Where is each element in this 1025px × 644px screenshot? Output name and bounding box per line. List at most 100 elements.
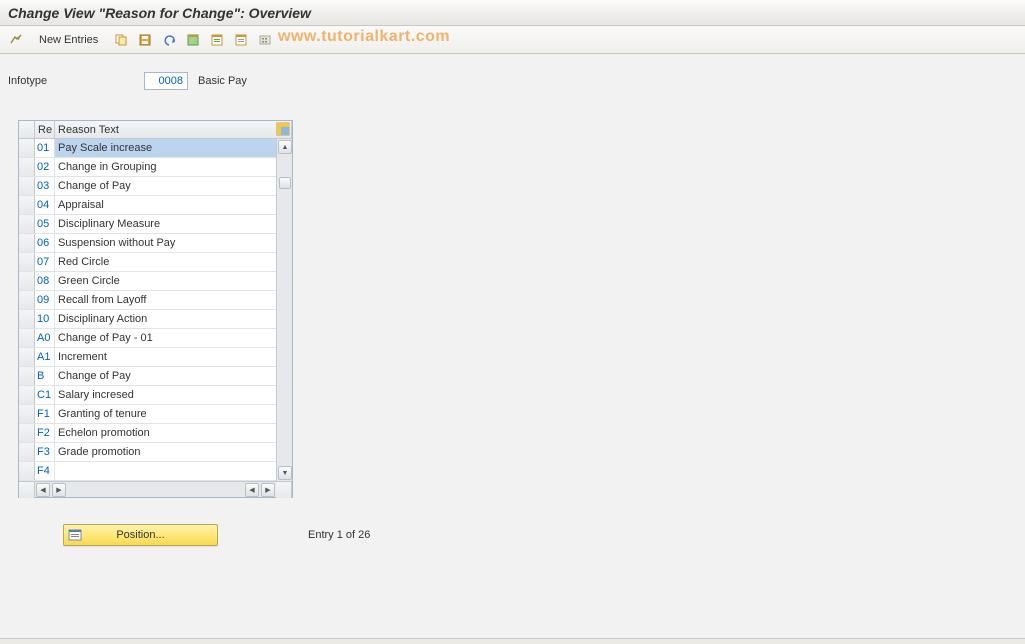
grid-header-selector[interactable] <box>19 121 35 138</box>
cell-text[interactable]: Suspension without Pay <box>55 234 276 252</box>
vertical-scrollbar[interactable]: ▲ ▼ <box>276 139 292 481</box>
scroll-thumb[interactable] <box>279 177 291 189</box>
infotype-description: Basic Pay <box>198 75 247 87</box>
cell-code[interactable]: F1 <box>35 405 55 423</box>
row-selector[interactable] <box>19 291 35 309</box>
scroll-left-button[interactable]: ◀ <box>36 483 50 497</box>
scroll-down-button[interactable]: ▼ <box>278 466 292 480</box>
row-selector[interactable] <box>19 310 35 328</box>
cell-text[interactable]: Pay Scale increase <box>55 139 276 157</box>
cell-text[interactable] <box>55 462 276 480</box>
row-selector[interactable] <box>19 215 35 233</box>
cell-code[interactable]: B <box>35 367 55 385</box>
cell-text[interactable]: Appraisal <box>55 196 276 214</box>
table-row[interactable]: 08Green Circle <box>19 272 276 291</box>
table-row[interactable]: 01Pay Scale increase <box>19 139 276 158</box>
toggle-display-icon[interactable] <box>6 30 26 50</box>
cell-code[interactable]: 10 <box>35 310 55 328</box>
table-row[interactable]: A1Increment <box>19 348 276 367</box>
grid-header: Re Reason Text <box>19 121 292 139</box>
cell-code[interactable]: 03 <box>35 177 55 195</box>
row-selector[interactable] <box>19 272 35 290</box>
cell-text[interactable]: Change of Pay <box>55 177 276 195</box>
cell-text[interactable]: Change of Pay <box>55 367 276 385</box>
row-selector[interactable] <box>19 196 35 214</box>
table-row[interactable]: 05Disciplinary Measure <box>19 215 276 234</box>
table-row[interactable]: F3Grade promotion <box>19 443 276 462</box>
select-block-icon[interactable] <box>207 30 227 50</box>
undo-icon[interactable] <box>159 30 179 50</box>
row-selector[interactable] <box>19 177 35 195</box>
new-entries-button[interactable]: New Entries <box>30 31 107 49</box>
row-selector[interactable] <box>19 367 35 385</box>
row-selector[interactable] <box>19 139 35 157</box>
cell-code[interactable]: A0 <box>35 329 55 347</box>
delimit-icon[interactable] <box>255 30 275 50</box>
cell-text[interactable]: Red Circle <box>55 253 276 271</box>
row-selector[interactable] <box>19 386 35 404</box>
cell-text[interactable]: Green Circle <box>55 272 276 290</box>
table-row[interactable]: C1Salary incresed <box>19 386 276 405</box>
table-settings-icon[interactable] <box>276 122 290 136</box>
cell-text[interactable]: Change of Pay - 01 <box>55 329 276 347</box>
cell-code[interactable]: F3 <box>35 443 55 461</box>
cell-code[interactable]: 05 <box>35 215 55 233</box>
position-button[interactable]: Position... <box>63 524 218 546</box>
copy-icon[interactable] <box>111 30 131 50</box>
footer-row: Position... Entry 1 of 26 <box>63 524 1017 546</box>
cell-code[interactable]: 01 <box>35 139 55 157</box>
cell-text[interactable]: Change in Grouping <box>55 158 276 176</box>
row-selector[interactable] <box>19 424 35 442</box>
table-row[interactable]: A0Change of Pay - 01 <box>19 329 276 348</box>
table-row[interactable]: F4 <box>19 462 276 481</box>
table-row[interactable]: F1Granting of tenure <box>19 405 276 424</box>
table-row[interactable]: 07Red Circle <box>19 253 276 272</box>
table-row[interactable]: 06Suspension without Pay <box>19 234 276 253</box>
infotype-row: Infotype Basic Pay <box>8 72 1017 90</box>
cell-code[interactable]: 06 <box>35 234 55 252</box>
cell-code[interactable]: 02 <box>35 158 55 176</box>
row-selector[interactable] <box>19 329 35 347</box>
scroll-right-button[interactable]: ▶ <box>52 483 66 497</box>
scroll-right-end-button[interactable]: ▶ <box>261 483 275 497</box>
cell-text[interactable]: Recall from Layoff <box>55 291 276 309</box>
cell-code[interactable]: F4 <box>35 462 55 480</box>
cell-text[interactable]: Disciplinary Action <box>55 310 276 328</box>
table-row[interactable]: 09Recall from Layoff <box>19 291 276 310</box>
cell-text[interactable]: Granting of tenure <box>55 405 276 423</box>
cell-code[interactable]: F2 <box>35 424 55 442</box>
cell-code[interactable]: C1 <box>35 386 55 404</box>
cell-text[interactable]: Increment <box>55 348 276 366</box>
cell-text[interactable]: Salary incresed <box>55 386 276 404</box>
table-row[interactable]: 03Change of Pay <box>19 177 276 196</box>
grid-header-code[interactable]: Re <box>35 121 55 138</box>
cell-code[interactable]: 04 <box>35 196 55 214</box>
select-all-icon[interactable] <box>183 30 203 50</box>
hscroll-corner-left <box>19 482 35 498</box>
cell-code[interactable]: 09 <box>35 291 55 309</box>
table-row[interactable]: 10Disciplinary Action <box>19 310 276 329</box>
table-row[interactable]: 04Appraisal <box>19 196 276 215</box>
infotype-input[interactable] <box>144 72 188 90</box>
table-row[interactable]: F2Echelon promotion <box>19 424 276 443</box>
save-icon[interactable] <box>135 30 155 50</box>
grid-header-text[interactable]: Reason Text <box>55 121 292 138</box>
scroll-up-button[interactable]: ▲ <box>278 140 292 154</box>
row-selector[interactable] <box>19 234 35 252</box>
cell-text[interactable]: Echelon promotion <box>55 424 276 442</box>
row-selector[interactable] <box>19 348 35 366</box>
cell-text[interactable]: Disciplinary Measure <box>55 215 276 233</box>
cell-code[interactable]: 07 <box>35 253 55 271</box>
table-row[interactable]: 02Change in Grouping <box>19 158 276 177</box>
table-row[interactable]: BChange of Pay <box>19 367 276 386</box>
row-selector[interactable] <box>19 462 35 480</box>
deselect-all-icon[interactable] <box>231 30 251 50</box>
row-selector[interactable] <box>19 253 35 271</box>
scroll-left-end-button[interactable]: ◀ <box>245 483 259 497</box>
cell-code[interactable]: 08 <box>35 272 55 290</box>
cell-text[interactable]: Grade promotion <box>55 443 276 461</box>
cell-code[interactable]: A1 <box>35 348 55 366</box>
row-selector[interactable] <box>19 405 35 423</box>
row-selector[interactable] <box>19 158 35 176</box>
row-selector[interactable] <box>19 443 35 461</box>
